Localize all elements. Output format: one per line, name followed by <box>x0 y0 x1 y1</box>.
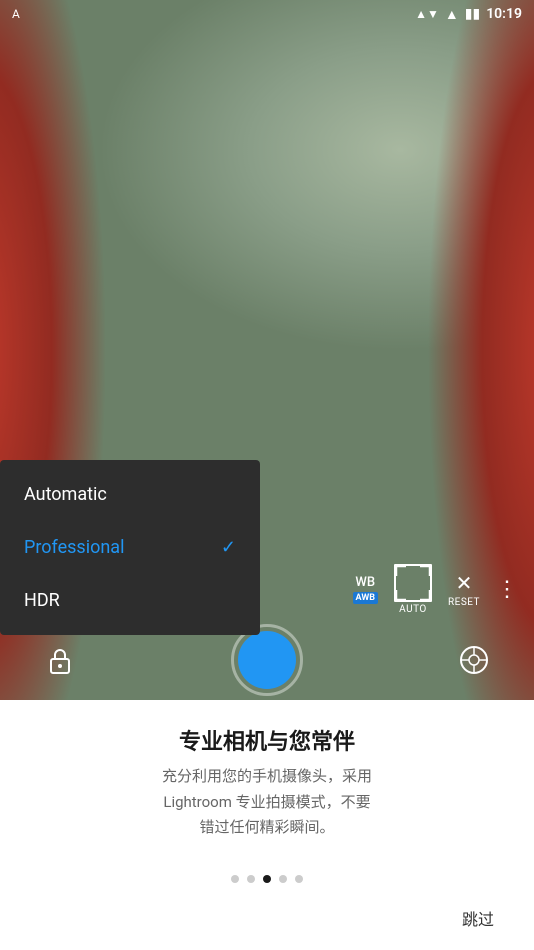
dot-1 <box>231 875 239 883</box>
dot-2 <box>247 875 255 883</box>
reset-label: RESET <box>448 597 480 608</box>
wb-badge: AWB <box>353 592 378 604</box>
focus-control[interactable]: AUTO <box>394 564 432 615</box>
professional-option[interactable]: Professional ✓ <box>0 521 260 574</box>
bottom-content: 专业相机与您常伴 充分利用您的手机摄像头，采用Lightroom 专业拍摄模式，… <box>162 724 372 841</box>
dot-4 <box>279 875 287 883</box>
status-right: ▲▼ ▲ ▮▮ 10:19 <box>415 6 522 23</box>
automatic-label: Automatic <box>24 484 107 505</box>
battery-icon: ▮▮ <box>465 6 480 22</box>
reset-control[interactable]: ✕ RESET <box>448 571 480 608</box>
more-options-button[interactable]: ⋮ <box>496 577 518 602</box>
status-bar: A ▲▼ ▲ ▮▮ 10:19 <box>0 0 534 28</box>
dot-3-active <box>263 875 271 883</box>
bottom-navigation: 跳过 <box>40 906 494 930</box>
wb-control[interactable]: WB AWB <box>353 575 378 604</box>
wifi-icon: ▲ <box>445 6 459 23</box>
focus-bracket-icon <box>394 564 432 602</box>
hdr-option[interactable]: HDR <box>0 574 260 627</box>
description-text: 充分利用您的手机摄像头，采用Lightroom 专业拍摄模式，不要错过任何精彩瞬… <box>162 764 372 841</box>
wb-label: WB <box>355 575 375 590</box>
dot-5 <box>295 875 303 883</box>
lens-icon[interactable] <box>454 640 494 680</box>
automatic-option[interactable]: Automatic <box>0 468 260 521</box>
bottom-section: 专业相机与您常伴 充分利用您的手机摄像头，采用Lightroom 专业拍摄模式，… <box>0 700 534 950</box>
auto-label: AUTO <box>399 604 427 615</box>
signal-icon: ▲▼ <box>415 7 439 21</box>
selected-checkmark: ✓ <box>221 537 236 558</box>
status-left: A <box>12 7 20 21</box>
lock-icon[interactable] <box>40 640 80 680</box>
skip-button[interactable]: 跳过 <box>462 906 494 930</box>
camera-top-controls: WB AWB AUTO ✕ RESET ⋮ <box>353 564 518 615</box>
main-title: 专业相机与您常伴 <box>179 724 355 756</box>
hdr-label: HDR <box>24 590 60 611</box>
pagination-dots <box>231 875 303 883</box>
mode-dropdown: Automatic Professional ✓ HDR <box>0 460 260 635</box>
time-display: 10:19 <box>486 6 522 22</box>
sim-icon: A <box>12 7 20 21</box>
close-icon: ✕ <box>456 571 473 595</box>
professional-label: Professional <box>24 537 124 558</box>
shutter-inner <box>238 631 296 689</box>
